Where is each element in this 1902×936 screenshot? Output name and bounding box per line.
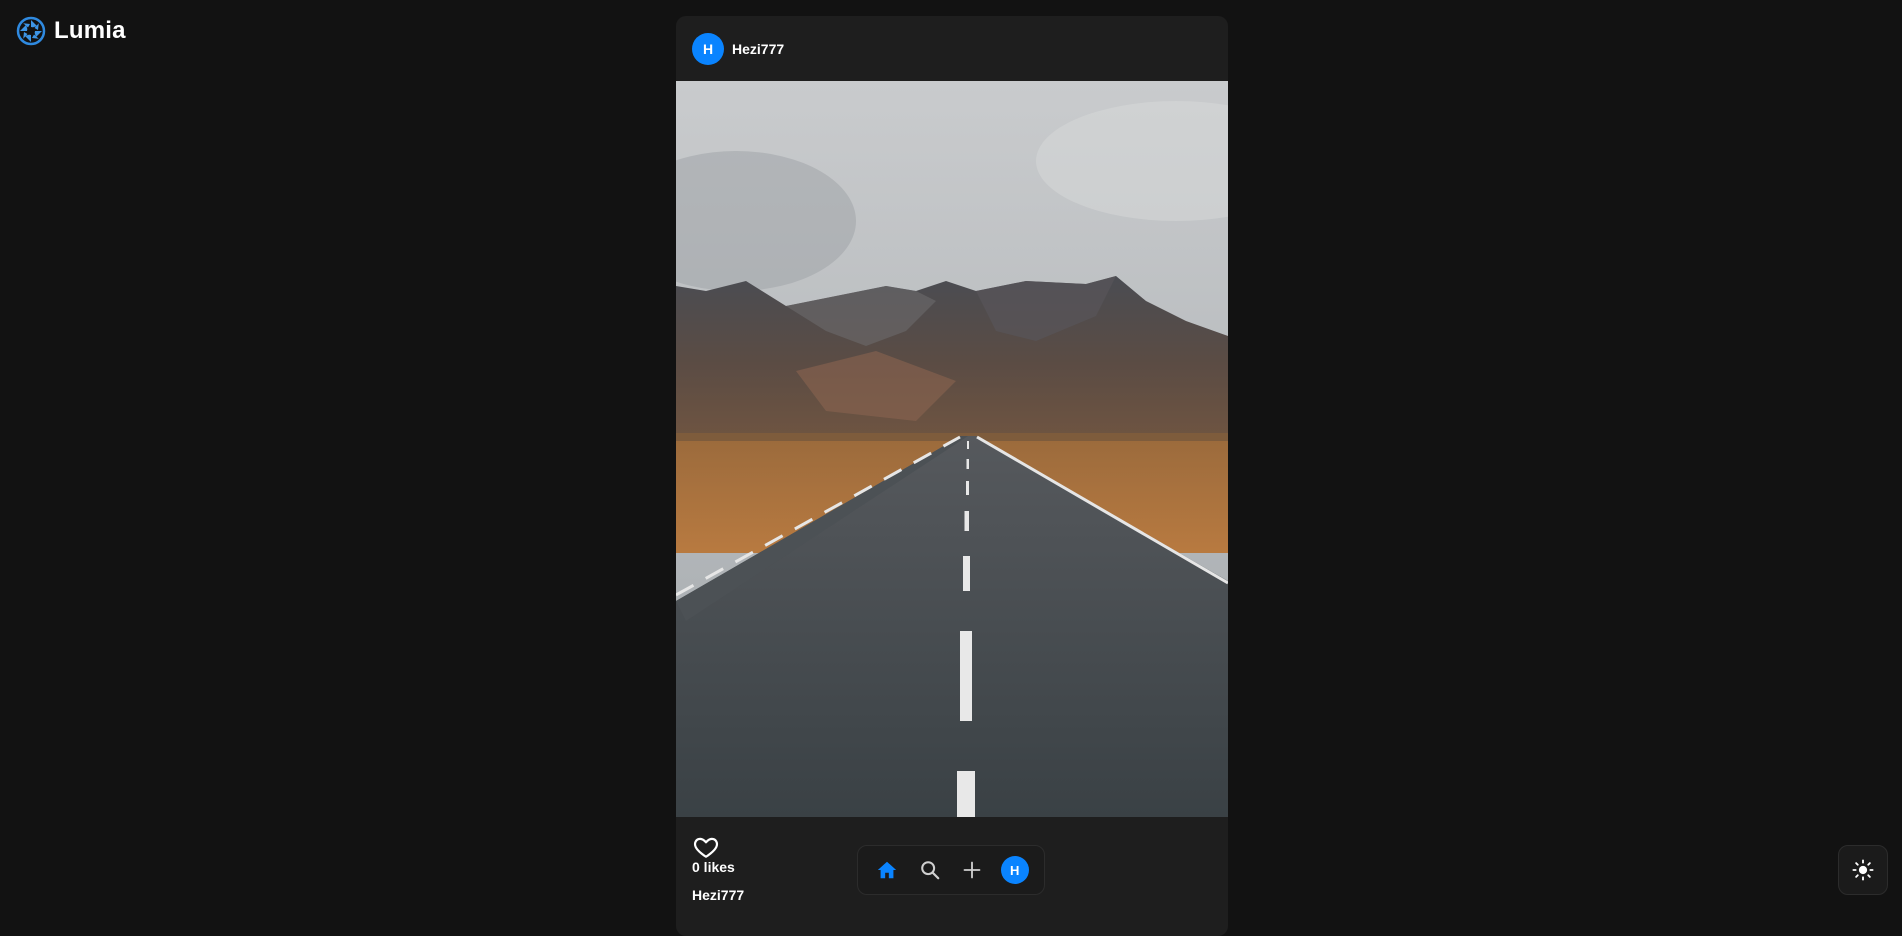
caption-username[interactable]: Hezi777 xyxy=(692,887,744,903)
post-image[interactable] xyxy=(676,81,1228,817)
avatar: H xyxy=(1000,856,1029,884)
theme-toggle-button[interactable] xyxy=(1838,845,1888,895)
bottom-nav: H xyxy=(857,845,1045,895)
app-name: Lumia xyxy=(54,17,126,44)
post-header: H Hezi777 xyxy=(676,16,1228,81)
aperture-icon xyxy=(16,16,46,46)
nav-home-button[interactable] xyxy=(869,852,905,888)
sun-icon xyxy=(1852,859,1874,881)
author-username[interactable]: Hezi777 xyxy=(732,41,784,57)
search-icon xyxy=(920,861,940,880)
likes-count: 0 likes xyxy=(692,859,735,875)
nav-create-button[interactable] xyxy=(954,852,990,888)
home-icon xyxy=(878,861,897,879)
post-card: H Hezi777 0 likes Hezi777 xyxy=(676,16,1228,936)
nav-search-button[interactable] xyxy=(912,852,948,888)
nav-profile-button[interactable]: H xyxy=(997,852,1033,888)
post-actions xyxy=(692,834,720,860)
app-logo[interactable]: Lumia xyxy=(16,16,126,46)
author-avatar[interactable]: H xyxy=(692,32,724,65)
heart-icon[interactable] xyxy=(692,834,720,860)
plus-icon xyxy=(963,861,981,879)
